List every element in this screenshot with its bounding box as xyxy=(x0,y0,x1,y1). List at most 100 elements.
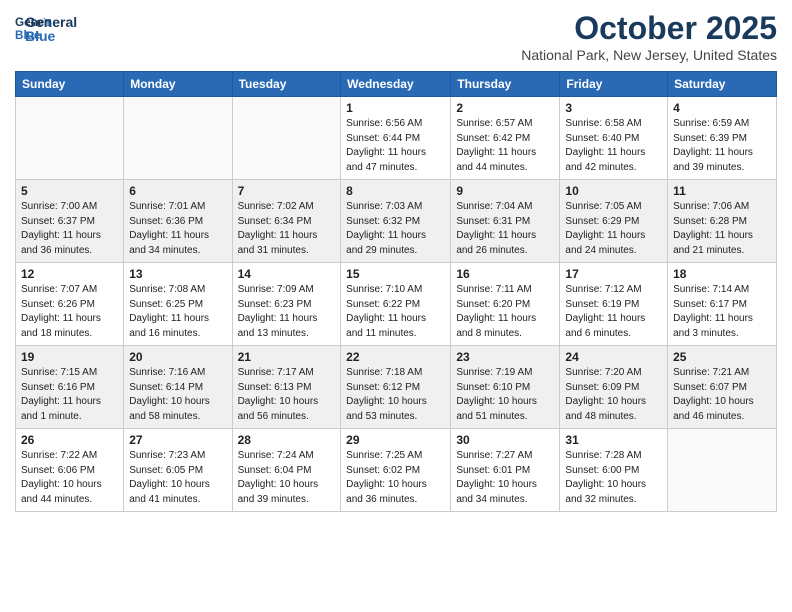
calendar-cell xyxy=(668,429,777,512)
calendar-cell: 24 Sunrise: 7:20 AM Sunset: 6:09 PM Dayli… xyxy=(560,346,668,429)
day-number: 31 xyxy=(565,433,662,447)
day-info: Sunrise: 7:02 AM Sunset: 6:34 PM Dayligh… xyxy=(238,200,336,258)
calendar-cell: 11 Sunrise: 7:06 AM Sunset: 6:28 PM Dayli… xyxy=(668,180,777,263)
calendar-cell: 23Sunrise: 7:19 AM Sunset: 6:10 PM Dayli… xyxy=(451,346,560,429)
day-info: Sunrise: 7:00 AM Sunset: 6:37 PM Dayligh… xyxy=(21,200,118,258)
day-info: Sunrise: 7:12 AM Sunset: 6:19 PM Dayligh… xyxy=(565,283,662,341)
calendar-cell: 9 Sunrise: 7:04 AM Sunset: 6:31 PM Daylig… xyxy=(451,180,560,263)
calendar-cell: 3 Sunrise: 6:58 AM Sunset: 6:40 PM Daylig… xyxy=(560,97,668,180)
day-number: 22 xyxy=(346,350,445,364)
calendar-cell: 2 Sunrise: 6:57 AM Sunset: 6:42 PM Daylig… xyxy=(451,97,560,180)
day-number: 29 xyxy=(346,433,445,447)
day-number: 4 xyxy=(673,101,771,115)
day-number: 18 xyxy=(673,267,771,281)
day-info: Sunrise: 7:11 AM Sunset: 6:20 PM Dayligh… xyxy=(456,283,554,341)
calendar-cell: 1Sunrise: 6:56 AM Sunset: 6:44 PM Daylig… xyxy=(341,97,451,180)
calendar-cell xyxy=(232,97,341,180)
day-info: Sunrise: 7:18 AM Sunset: 6:12 PM Dayligh… xyxy=(346,366,445,424)
day-info: Sunrise: 7:10 AM Sunset: 6:22 PM Dayligh… xyxy=(346,283,445,341)
day-number: 7 xyxy=(238,184,336,198)
day-number: 25 xyxy=(673,350,771,364)
col-wednesday: Wednesday xyxy=(341,72,451,97)
calendar: Sunday Monday Tuesday Wednesday Thursday… xyxy=(15,71,777,512)
day-info: Sunrise: 6:56 AM Sunset: 6:44 PM Dayligh… xyxy=(346,117,445,175)
calendar-cell: 8 Sunrise: 7:03 AM Sunset: 6:32 PM Daylig… xyxy=(341,180,451,263)
col-sunday: Sunday xyxy=(16,72,124,97)
day-number: 14 xyxy=(238,267,336,281)
day-number: 16 xyxy=(456,267,554,281)
day-info: Sunrise: 7:23 AM Sunset: 6:05 PM Dayligh… xyxy=(129,449,226,507)
day-info: Sunrise: 7:09 AM Sunset: 6:23 PM Dayligh… xyxy=(238,283,336,341)
day-number: 15 xyxy=(346,267,445,281)
calendar-cell: 31 Sunrise: 7:28 AM Sunset: 6:00 PM Dayli… xyxy=(560,429,668,512)
calendar-week-2: 5 Sunrise: 7:00 AM Sunset: 6:37 PM Daylig… xyxy=(16,180,777,263)
day-info: Sunrise: 7:28 AM Sunset: 6:00 PM Dayligh… xyxy=(565,449,662,507)
calendar-cell: 5 Sunrise: 7:00 AM Sunset: 6:37 PM Daylig… xyxy=(16,180,124,263)
month-title: October 2025 xyxy=(521,10,777,47)
calendar-cell: 29 Sunrise: 7:25 AM Sunset: 6:02 PM Dayli… xyxy=(341,429,451,512)
calendar-cell: 22 Sunrise: 7:18 AM Sunset: 6:12 PM Dayli… xyxy=(341,346,451,429)
day-number: 28 xyxy=(238,433,336,447)
calendar-week-4: 19 Sunrise: 7:15 AM Sunset: 6:16 PM Dayli… xyxy=(16,346,777,429)
calendar-cell xyxy=(16,97,124,180)
col-tuesday: Tuesday xyxy=(232,72,341,97)
calendar-cell: 15 Sunrise: 7:10 AM Sunset: 6:22 PM Dayli… xyxy=(341,263,451,346)
day-number: 6 xyxy=(129,184,226,198)
day-number: 9 xyxy=(456,184,554,198)
day-info: Sunrise: 7:21 AM Sunset: 6:07 PM Dayligh… xyxy=(673,366,771,424)
day-number: 26 xyxy=(21,433,118,447)
day-info: Sunrise: 7:01 AM Sunset: 6:36 PM Dayligh… xyxy=(129,200,226,258)
calendar-cell: 6 Sunrise: 7:01 AM Sunset: 6:36 PM Daylig… xyxy=(124,180,232,263)
day-info: Sunrise: 6:59 AM Sunset: 6:39 PM Dayligh… xyxy=(673,117,771,175)
day-number: 11 xyxy=(673,184,771,198)
day-info: Sunrise: 7:25 AM Sunset: 6:02 PM Dayligh… xyxy=(346,449,445,507)
day-number: 2 xyxy=(456,101,554,115)
calendar-cell: 14 Sunrise: 7:09 AM Sunset: 6:23 PM Dayli… xyxy=(232,263,341,346)
day-number: 21 xyxy=(238,350,336,364)
calendar-cell: 13 Sunrise: 7:08 AM Sunset: 6:25 PM Dayli… xyxy=(124,263,232,346)
calendar-cell: 30Sunrise: 7:27 AM Sunset: 6:01 PM Dayli… xyxy=(451,429,560,512)
calendar-cell: 19 Sunrise: 7:15 AM Sunset: 6:16 PM Dayli… xyxy=(16,346,124,429)
col-saturday: Saturday xyxy=(668,72,777,97)
day-info: Sunrise: 7:05 AM Sunset: 6:29 PM Dayligh… xyxy=(565,200,662,258)
calendar-week-5: 26Sunrise: 7:22 AM Sunset: 6:06 PM Dayli… xyxy=(16,429,777,512)
calendar-cell xyxy=(124,97,232,180)
calendar-cell: 27 Sunrise: 7:23 AM Sunset: 6:05 PM Dayli… xyxy=(124,429,232,512)
day-number: 12 xyxy=(21,267,118,281)
calendar-cell: 16 Sunrise: 7:11 AM Sunset: 6:20 PM Dayli… xyxy=(451,263,560,346)
day-info: Sunrise: 6:57 AM Sunset: 6:42 PM Dayligh… xyxy=(456,117,554,175)
day-number: 5 xyxy=(21,184,118,198)
day-info: Sunrise: 6:58 AM Sunset: 6:40 PM Dayligh… xyxy=(565,117,662,175)
location: National Park, New Jersey, United States xyxy=(521,47,777,63)
day-number: 24 xyxy=(565,350,662,364)
calendar-cell: 20 Sunrise: 7:16 AM Sunset: 6:14 PM Dayli… xyxy=(124,346,232,429)
day-number: 3 xyxy=(565,101,662,115)
day-info: Sunrise: 7:15 AM Sunset: 6:16 PM Dayligh… xyxy=(21,366,118,424)
day-number: 17 xyxy=(565,267,662,281)
day-number: 19 xyxy=(21,350,118,364)
day-number: 8 xyxy=(346,184,445,198)
page-header: General Blue General Blue October 2025 N… xyxy=(15,10,777,63)
day-info: Sunrise: 7:06 AM Sunset: 6:28 PM Dayligh… xyxy=(673,200,771,258)
day-number: 23 xyxy=(456,350,554,364)
calendar-cell: 17 Sunrise: 7:12 AM Sunset: 6:19 PM Dayli… xyxy=(560,263,668,346)
col-monday: Monday xyxy=(124,72,232,97)
day-number: 10 xyxy=(565,184,662,198)
day-info: Sunrise: 7:04 AM Sunset: 6:31 PM Dayligh… xyxy=(456,200,554,258)
calendar-cell: 18Sunrise: 7:14 AM Sunset: 6:17 PM Dayli… xyxy=(668,263,777,346)
day-info: Sunrise: 7:16 AM Sunset: 6:14 PM Dayligh… xyxy=(129,366,226,424)
day-info: Sunrise: 7:08 AM Sunset: 6:25 PM Dayligh… xyxy=(129,283,226,341)
day-info: Sunrise: 7:27 AM Sunset: 6:01 PM Dayligh… xyxy=(456,449,554,507)
col-thursday: Thursday xyxy=(451,72,560,97)
day-number: 20 xyxy=(129,350,226,364)
day-number: 13 xyxy=(129,267,226,281)
calendar-cell: 10 Sunrise: 7:05 AM Sunset: 6:29 PM Dayli… xyxy=(560,180,668,263)
calendar-cell: 21Sunrise: 7:17 AM Sunset: 6:13 PM Dayli… xyxy=(232,346,341,429)
day-number: 27 xyxy=(129,433,226,447)
day-info: Sunrise: 7:20 AM Sunset: 6:09 PM Dayligh… xyxy=(565,366,662,424)
day-info: Sunrise: 7:24 AM Sunset: 6:04 PM Dayligh… xyxy=(238,449,336,507)
day-info: Sunrise: 7:07 AM Sunset: 6:26 PM Dayligh… xyxy=(21,283,118,341)
calendar-week-3: 12 Sunrise: 7:07 AM Sunset: 6:26 PM Dayli… xyxy=(16,263,777,346)
day-info: Sunrise: 7:03 AM Sunset: 6:32 PM Dayligh… xyxy=(346,200,445,258)
calendar-cell: 7 Sunrise: 7:02 AM Sunset: 6:34 PM Daylig… xyxy=(232,180,341,263)
